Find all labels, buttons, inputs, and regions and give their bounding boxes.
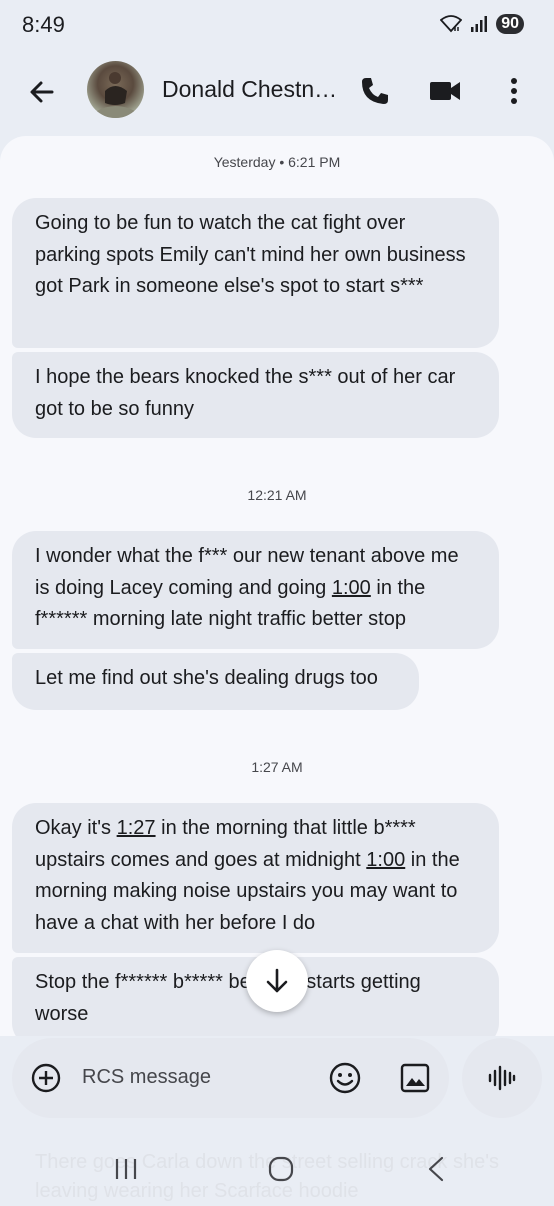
status-icons: 90	[440, 14, 524, 34]
message-bubble[interactable]: Okay it's 1:27 in the morning that littl…	[12, 803, 499, 953]
emoji-icon[interactable]	[328, 1061, 362, 1095]
status-bar: 8:49 90	[0, 0, 554, 52]
message-input[interactable]: RCS message	[82, 1066, 211, 1089]
voice-message-button[interactable]	[462, 1038, 542, 1118]
time-link[interactable]: 1:00	[332, 577, 371, 599]
gallery-icon[interactable]	[398, 1061, 432, 1095]
contact-avatar[interactable]	[87, 61, 144, 118]
video-icon[interactable]	[428, 74, 462, 108]
timestamp: 1:27 AM	[251, 759, 303, 775]
signal-icon	[471, 16, 488, 32]
timestamp: Yesterday • 6:21 PM	[213, 154, 341, 170]
message-text: I hope the bears knocked the s*** out of…	[35, 366, 456, 420]
message-bubble[interactable]: I hope the bears knocked the s*** out of…	[12, 352, 499, 438]
message-bubble[interactable]: Going to be fun to watch the cat fight o…	[12, 198, 499, 348]
compose-bar[interactable]: RCS message	[12, 1038, 449, 1118]
wifi-icon	[440, 15, 463, 33]
message-text: Let me find out she's dealing drugs too	[35, 667, 378, 689]
message-text: I wonder what the f*** our new tenant ab…	[35, 545, 459, 630]
conversation-panel[interactable]: Yesterday • 6:21 PM Going to be fun to w…	[0, 136, 554, 1036]
scroll-to-bottom-button[interactable]	[246, 950, 308, 1012]
message-text: Going to be fun to watch the cat fight o…	[35, 212, 466, 297]
contact-name[interactable]: Donald Chestn…	[162, 76, 342, 103]
home-icon[interactable]	[268, 1156, 294, 1182]
battery-level: 90	[496, 14, 524, 34]
timestamp: 12:21 AM	[247, 487, 307, 503]
system-nav-bar	[0, 1140, 554, 1200]
more-vert-icon[interactable]	[497, 74, 531, 108]
message-text: Stop the f****** b***** before it starts…	[35, 971, 421, 1025]
back-nav-icon[interactable]	[426, 1156, 446, 1182]
message-bubble[interactable]: Let me find out she's dealing drugs too	[12, 653, 419, 710]
add-icon[interactable]	[30, 1062, 62, 1094]
back-arrow-icon[interactable]	[24, 74, 60, 110]
voice-icon	[488, 1065, 516, 1091]
message-text: Okay it's 1:27 in the morning that littl…	[35, 817, 460, 934]
time-link[interactable]: 1:27	[117, 817, 156, 839]
time-link[interactable]: 1:00	[366, 849, 405, 871]
message-bubble[interactable]: I wonder what the f*** our new tenant ab…	[12, 531, 499, 649]
arrow-down-icon	[266, 968, 288, 993]
status-time: 8:49	[22, 12, 65, 37]
phone-icon[interactable]	[358, 74, 392, 108]
recents-icon[interactable]	[114, 1156, 138, 1182]
conversation-header: Donald Chestn…	[0, 52, 554, 136]
